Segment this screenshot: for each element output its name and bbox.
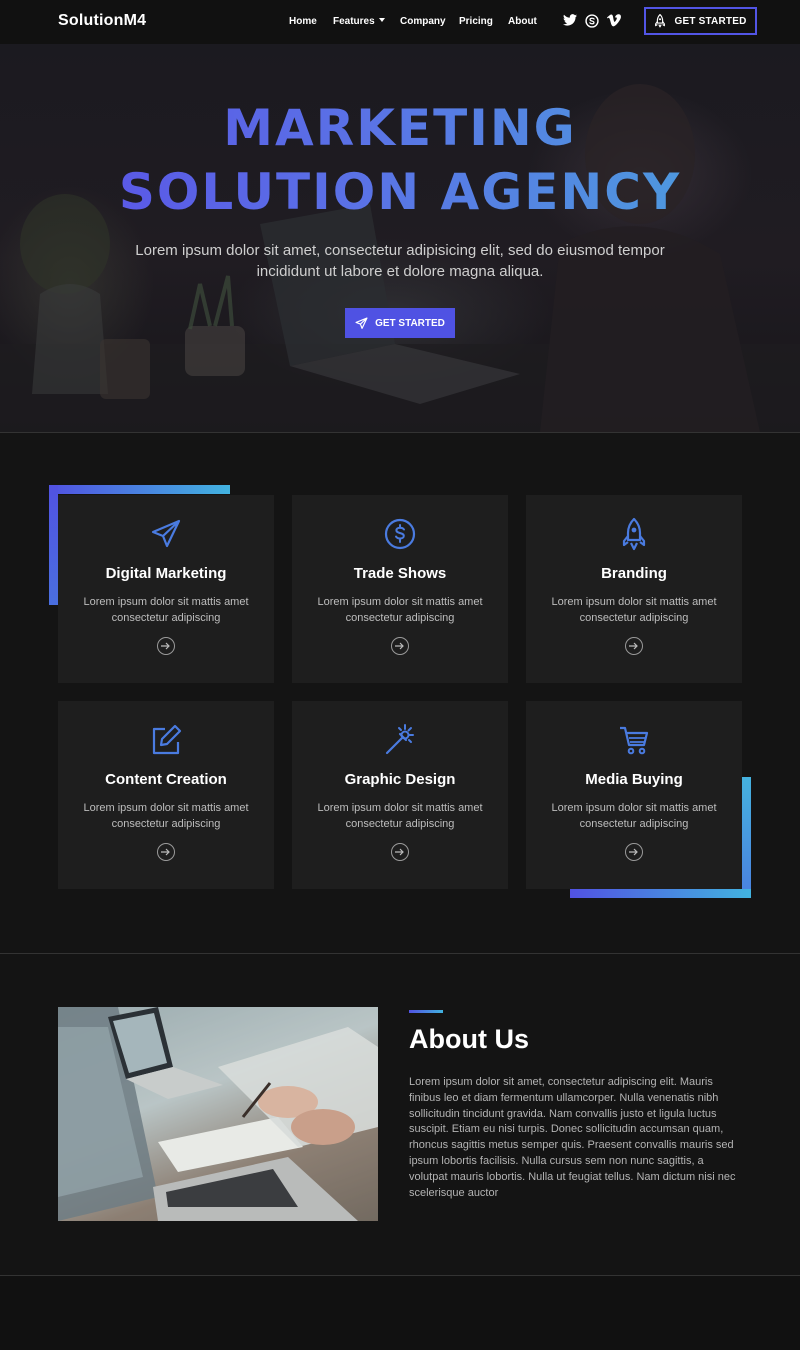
about-section: About Us Lorem ipsum dolor sit amet, con… [0, 954, 800, 1275]
service-card-media-buying[interactable]: Media Buying Lorem ipsum dolor sit matti… [526, 701, 742, 889]
service-card-graphic-design[interactable]: Graphic Design Lorem ipsum dolor sit mat… [292, 701, 508, 889]
service-card-text-line1: Lorem ipsum dolor sit mattis amet [551, 802, 717, 814]
rocket-icon [655, 14, 666, 28]
service-card-digital-marketing[interactable]: Digital Marketing Lorem ipsum dolor sit … [58, 495, 274, 683]
twitter-icon[interactable] [563, 14, 577, 26]
service-card-text: Lorem ipsum dolor sit mattis amet consect… [544, 594, 724, 626]
nav-link-features-label: Features [333, 16, 375, 27]
service-card-text-line2: consectetur adipiscing [345, 612, 455, 624]
service-card-text-line1: Lorem ipsum dolor sit mattis amet [317, 802, 483, 814]
service-card-title: Content Creation [105, 771, 227, 788]
about-title: About Us [409, 1024, 529, 1054]
arrow-right-icon[interactable] [625, 637, 643, 655]
service-card-title: Media Buying [585, 771, 683, 788]
service-card-text-line2: consectetur adipiscing [579, 612, 689, 624]
hero-title-line2: SOLUTION AGENCY [0, 160, 800, 224]
decorative-corner [742, 777, 751, 898]
nav-link-pricing[interactable]: Pricing [459, 16, 493, 27]
service-card-text-line2: consectetur adipiscing [579, 818, 689, 830]
service-card-title: Graphic Design [344, 771, 456, 788]
vimeo-icon[interactable] [607, 14, 621, 27]
service-card-text-line2: consectetur adipiscing [111, 818, 221, 830]
about-accent-bar [409, 1010, 443, 1013]
arrow-right-icon[interactable] [391, 843, 409, 861]
arrow-right-icon[interactable] [157, 843, 175, 861]
hero-get-started-label: GET STARTED [375, 317, 445, 329]
edit-icon [152, 724, 182, 755]
service-card-title: Trade Shows [353, 565, 447, 582]
service-card-content-creation[interactable]: Content Creation Lorem ipsum dolor sit m… [58, 701, 274, 889]
service-card-text-line1: Lorem ipsum dolor sit mattis amet [83, 596, 249, 608]
service-card-text: Lorem ipsum dolor sit mattis amet consect… [310, 594, 490, 626]
service-card-text-line1: Lorem ipsum dolor sit mattis amet [83, 802, 249, 814]
service-card-text-line2: consectetur adipiscing [111, 612, 221, 624]
nav-link-features[interactable]: Features [333, 16, 385, 27]
chevron-down-icon [378, 18, 385, 22]
nav-get-started-label: GET STARTED [674, 15, 747, 27]
logo[interactable]: SolutionM4 [58, 12, 146, 30]
service-card-text-line2: consectetur adipiscing [345, 818, 455, 830]
service-card-branding[interactable]: Branding Lorem ipsum dolor sit mattis am… [526, 495, 742, 683]
service-card-text-line1: Lorem ipsum dolor sit mattis amet [551, 596, 717, 608]
shopping-cart-icon [620, 726, 649, 755]
laptop-desk-illustration [58, 1007, 378, 1221]
nav-link-home[interactable]: Home [289, 16, 317, 27]
paper-plane-icon [151, 519, 181, 548]
about-body: Lorem ipsum dolor sit amet, consectetur … [409, 1076, 736, 1199]
hero-section: MARKETING SOLUTION AGENCY Lorem ipsum do… [0, 44, 800, 432]
service-card-text: Lorem ipsum dolor sit mattis amet consect… [76, 800, 256, 832]
service-card-trade-shows[interactable]: Trade Shows Lorem ipsum dolor sit mattis… [292, 495, 508, 683]
decorative-corner [49, 485, 230, 494]
top-navbar: SolutionM4 Home Features Company Pricing… [0, 0, 800, 44]
service-card-text: Lorem ipsum dolor sit mattis amet consect… [544, 800, 724, 832]
services-section: Digital Marketing Lorem ipsum dolor sit … [0, 433, 800, 953]
about-image [58, 1007, 378, 1221]
hero-title-line1: MARKETING [0, 96, 800, 160]
decorative-corner [570, 889, 751, 898]
hero-subtitle: Lorem ipsum dolor sit amet, consectetur … [130, 240, 670, 282]
hero-subtitle-line1: Lorem ipsum dolor sit amet, consectetur … [135, 242, 665, 259]
skype-icon[interactable] [585, 14, 599, 28]
decorative-corner [49, 485, 58, 605]
service-card-title: Branding [601, 565, 667, 582]
nav-link-company[interactable]: Company [400, 16, 446, 27]
hero-subtitle-line2: incididunt ut labore et dolore magna ali… [256, 263, 544, 280]
nav-get-started-button[interactable]: GET STARTED [644, 7, 757, 35]
service-card-text: Lorem ipsum dolor sit mattis amet consect… [76, 594, 256, 626]
dollar-circle-icon [384, 518, 416, 550]
service-card-title: Digital Marketing [105, 565, 227, 582]
arrow-right-icon[interactable] [625, 843, 643, 861]
paper-plane-icon [355, 316, 368, 329]
rocket-icon [622, 517, 646, 551]
magic-wand-icon [385, 724, 414, 755]
service-card-text-line1: Lorem ipsum dolor sit mattis amet [317, 596, 483, 608]
hero-get-started-button[interactable]: GET STARTED [345, 308, 455, 338]
arrow-right-icon[interactable] [391, 637, 409, 655]
arrow-right-icon[interactable] [157, 637, 175, 655]
footer-area [0, 1276, 800, 1350]
service-card-text: Lorem ipsum dolor sit mattis amet consect… [310, 800, 490, 832]
nav-link-about[interactable]: About [508, 16, 537, 27]
